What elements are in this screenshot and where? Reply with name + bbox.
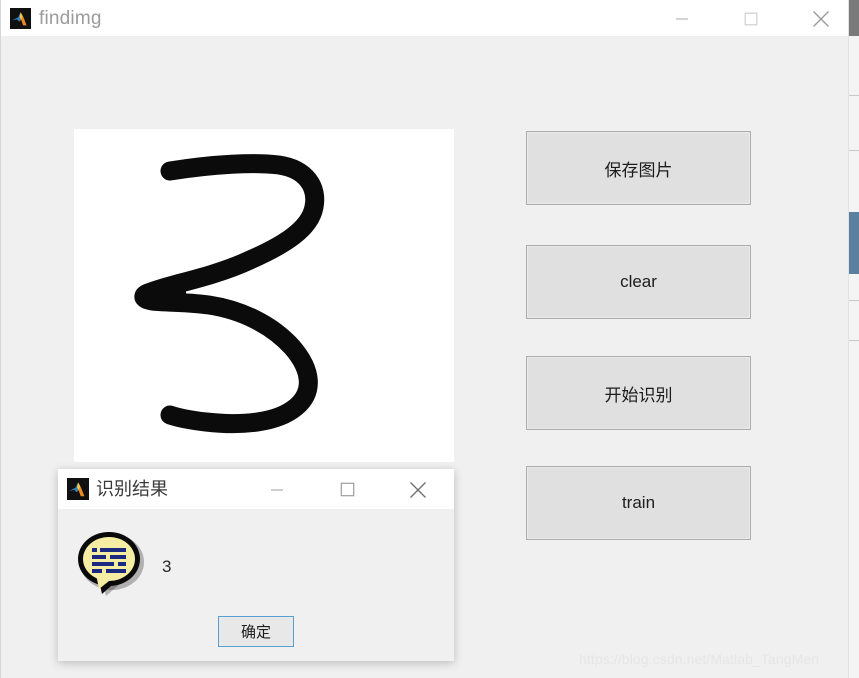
save-image-button-label: 保存图片 xyxy=(604,160,673,180)
scrollbar-tick xyxy=(849,95,859,96)
clear-button-label: clear xyxy=(620,272,657,291)
speech-bubble-icon xyxy=(72,522,150,600)
start-recognition-button-label: 开始识别 xyxy=(604,385,673,405)
dialog-ok-button[interactable]: 确定 xyxy=(218,616,294,647)
maximize-icon xyxy=(744,12,758,25)
scrollbar-thumb[interactable] xyxy=(849,212,859,274)
window-title: findimg xyxy=(39,8,102,29)
dialog-ok-button-label: 确定 xyxy=(240,624,271,641)
scrollbar-tick xyxy=(849,300,859,301)
close-icon xyxy=(410,481,426,498)
train-button[interactable]: train xyxy=(526,466,751,540)
start-recognition-button[interactable]: 开始识别 xyxy=(526,356,751,430)
dialog-body: 3 确定 xyxy=(58,510,454,661)
scrollbar-tick xyxy=(849,150,859,151)
dialog-message: 3 xyxy=(162,557,172,576)
minimize-button[interactable] xyxy=(659,0,705,37)
close-icon xyxy=(813,10,829,27)
scrollbar-tick xyxy=(849,340,859,341)
watermark: https://blog.csdn.net/Matlab_TangMen xyxy=(579,651,820,667)
save-image-button[interactable]: 保存图片 xyxy=(526,131,751,205)
scrollbar-track-top xyxy=(849,0,859,36)
close-button[interactable] xyxy=(798,0,844,37)
dialog-titlebar[interactable]: 识别结果 xyxy=(58,469,454,510)
drawing-canvas[interactable] xyxy=(74,129,454,462)
minimize-icon xyxy=(271,488,283,491)
dialog-close-button[interactable] xyxy=(395,469,441,510)
matlab-icon xyxy=(67,478,89,500)
clear-button[interactable]: clear xyxy=(526,245,751,319)
minimize-icon xyxy=(676,17,688,20)
train-button-label: train xyxy=(621,493,656,512)
window-titlebar[interactable]: findimg xyxy=(1,0,848,37)
dialog-maximize-button[interactable] xyxy=(324,469,370,510)
matlab-icon xyxy=(10,8,31,29)
recognition-result-dialog: 识别结果 3 确定 xyxy=(58,469,454,661)
desktop-background: findimg 保存图片 clear 开始识别 train https://bl… xyxy=(0,0,859,678)
maximize-icon xyxy=(340,482,354,497)
maximize-button[interactable] xyxy=(728,0,774,37)
drawn-digit-3-icon xyxy=(74,129,454,462)
dialog-title: 识别结果 xyxy=(96,479,168,499)
background-scrollbar[interactable] xyxy=(848,0,859,678)
dialog-minimize-button[interactable] xyxy=(254,469,300,510)
